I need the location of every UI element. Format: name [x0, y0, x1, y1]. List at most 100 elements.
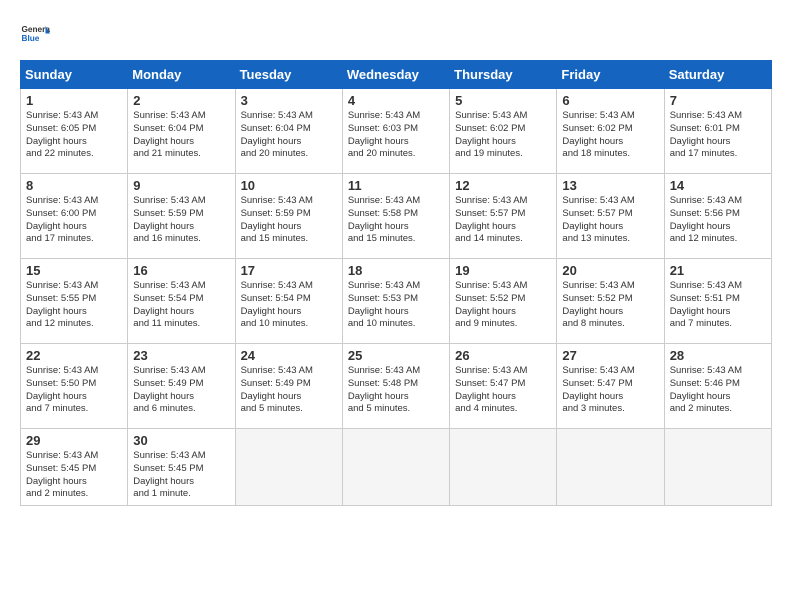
- calendar-cell: 11 Sunrise: 5:43 AM Sunset: 5:58 PM Dayl…: [342, 174, 449, 259]
- day-number: 23: [133, 348, 229, 363]
- day-number: 30: [133, 433, 229, 448]
- calendar-cell: [342, 429, 449, 506]
- calendar-cell: 21 Sunrise: 5:43 AM Sunset: 5:51 PM Dayl…: [664, 259, 771, 344]
- day-number: 29: [26, 433, 122, 448]
- logo-icon: General Blue: [20, 20, 50, 50]
- calendar-cell: [235, 429, 342, 506]
- calendar-week-row: 22 Sunrise: 5:43 AM Sunset: 5:50 PM Dayl…: [21, 344, 772, 429]
- calendar-cell: 15 Sunrise: 5:43 AM Sunset: 5:55 PM Dayl…: [21, 259, 128, 344]
- calendar-cell: 17 Sunrise: 5:43 AM Sunset: 5:54 PM Dayl…: [235, 259, 342, 344]
- day-info: Sunrise: 5:43 AM Sunset: 5:54 PM Dayligh…: [133, 280, 229, 331]
- day-info: Sunrise: 5:43 AM Sunset: 5:50 PM Dayligh…: [26, 365, 122, 416]
- page-header: General Blue: [20, 20, 772, 50]
- calendar-cell: 7 Sunrise: 5:43 AM Sunset: 6:01 PM Dayli…: [664, 89, 771, 174]
- calendar-cell: 2 Sunrise: 5:43 AM Sunset: 6:04 PM Dayli…: [128, 89, 235, 174]
- calendar-cell: 23 Sunrise: 5:43 AM Sunset: 5:49 PM Dayl…: [128, 344, 235, 429]
- day-number: 13: [562, 178, 658, 193]
- day-info: Sunrise: 5:43 AM Sunset: 5:49 PM Dayligh…: [133, 365, 229, 416]
- calendar-week-row: 15 Sunrise: 5:43 AM Sunset: 5:55 PM Dayl…: [21, 259, 772, 344]
- day-info: Sunrise: 5:43 AM Sunset: 6:00 PM Dayligh…: [26, 195, 122, 246]
- calendar-cell: [557, 429, 664, 506]
- day-number: 10: [241, 178, 337, 193]
- calendar-cell: 22 Sunrise: 5:43 AM Sunset: 5:50 PM Dayl…: [21, 344, 128, 429]
- day-info: Sunrise: 5:43 AM Sunset: 5:57 PM Dayligh…: [562, 195, 658, 246]
- day-info: Sunrise: 5:43 AM Sunset: 5:55 PM Dayligh…: [26, 280, 122, 331]
- calendar-cell: 3 Sunrise: 5:43 AM Sunset: 6:04 PM Dayli…: [235, 89, 342, 174]
- day-info: Sunrise: 5:43 AM Sunset: 5:48 PM Dayligh…: [348, 365, 444, 416]
- day-number: 1: [26, 93, 122, 108]
- day-info: Sunrise: 5:43 AM Sunset: 5:52 PM Dayligh…: [562, 280, 658, 331]
- day-number: 17: [241, 263, 337, 278]
- day-number: 26: [455, 348, 551, 363]
- day-info: Sunrise: 5:43 AM Sunset: 6:02 PM Dayligh…: [562, 110, 658, 161]
- day-info: Sunrise: 5:43 AM Sunset: 5:57 PM Dayligh…: [455, 195, 551, 246]
- day-number: 21: [670, 263, 766, 278]
- day-number: 9: [133, 178, 229, 193]
- calendar-week-row: 29 Sunrise: 5:43 AM Sunset: 5:45 PM Dayl…: [21, 429, 772, 506]
- calendar-cell: 30 Sunrise: 5:43 AM Sunset: 5:45 PM Dayl…: [128, 429, 235, 506]
- day-info: Sunrise: 5:43 AM Sunset: 6:04 PM Dayligh…: [133, 110, 229, 161]
- calendar-cell: 16 Sunrise: 5:43 AM Sunset: 5:54 PM Dayl…: [128, 259, 235, 344]
- day-number: 25: [348, 348, 444, 363]
- day-info: Sunrise: 5:43 AM Sunset: 5:45 PM Dayligh…: [133, 450, 229, 501]
- calendar-cell: 8 Sunrise: 5:43 AM Sunset: 6:00 PM Dayli…: [21, 174, 128, 259]
- day-number: 2: [133, 93, 229, 108]
- day-number: 6: [562, 93, 658, 108]
- day-info: Sunrise: 5:43 AM Sunset: 5:59 PM Dayligh…: [133, 195, 229, 246]
- day-number: 16: [133, 263, 229, 278]
- calendar-cell: 13 Sunrise: 5:43 AM Sunset: 5:57 PM Dayl…: [557, 174, 664, 259]
- day-info: Sunrise: 5:43 AM Sunset: 5:59 PM Dayligh…: [241, 195, 337, 246]
- day-number: 4: [348, 93, 444, 108]
- day-number: 15: [26, 263, 122, 278]
- calendar-cell: 5 Sunrise: 5:43 AM Sunset: 6:02 PM Dayli…: [450, 89, 557, 174]
- day-info: Sunrise: 5:43 AM Sunset: 5:54 PM Dayligh…: [241, 280, 337, 331]
- day-number: 11: [348, 178, 444, 193]
- day-info: Sunrise: 5:43 AM Sunset: 5:47 PM Dayligh…: [455, 365, 551, 416]
- day-number: 28: [670, 348, 766, 363]
- logo: General Blue: [20, 20, 50, 50]
- day-info: Sunrise: 5:43 AM Sunset: 5:53 PM Dayligh…: [348, 280, 444, 331]
- calendar-cell: 27 Sunrise: 5:43 AM Sunset: 5:47 PM Dayl…: [557, 344, 664, 429]
- calendar-cell: 12 Sunrise: 5:43 AM Sunset: 5:57 PM Dayl…: [450, 174, 557, 259]
- day-info: Sunrise: 5:43 AM Sunset: 5:56 PM Dayligh…: [670, 195, 766, 246]
- calendar-cell: 29 Sunrise: 5:43 AM Sunset: 5:45 PM Dayl…: [21, 429, 128, 506]
- calendar-cell: 4 Sunrise: 5:43 AM Sunset: 6:03 PM Dayli…: [342, 89, 449, 174]
- calendar-cell: 25 Sunrise: 5:43 AM Sunset: 5:48 PM Dayl…: [342, 344, 449, 429]
- col-header-sunday: Sunday: [21, 61, 128, 89]
- calendar-week-row: 8 Sunrise: 5:43 AM Sunset: 6:00 PM Dayli…: [21, 174, 772, 259]
- day-info: Sunrise: 5:43 AM Sunset: 5:47 PM Dayligh…: [562, 365, 658, 416]
- day-number: 7: [670, 93, 766, 108]
- calendar-table: SundayMondayTuesdayWednesdayThursdayFrid…: [20, 60, 772, 506]
- day-info: Sunrise: 5:43 AM Sunset: 5:46 PM Dayligh…: [670, 365, 766, 416]
- calendar-cell: [450, 429, 557, 506]
- day-number: 18: [348, 263, 444, 278]
- day-number: 14: [670, 178, 766, 193]
- calendar-cell: 14 Sunrise: 5:43 AM Sunset: 5:56 PM Dayl…: [664, 174, 771, 259]
- calendar-week-row: 1 Sunrise: 5:43 AM Sunset: 6:05 PM Dayli…: [21, 89, 772, 174]
- col-header-wednesday: Wednesday: [342, 61, 449, 89]
- day-number: 27: [562, 348, 658, 363]
- calendar-cell: 26 Sunrise: 5:43 AM Sunset: 5:47 PM Dayl…: [450, 344, 557, 429]
- day-number: 5: [455, 93, 551, 108]
- calendar-cell: [664, 429, 771, 506]
- day-info: Sunrise: 5:43 AM Sunset: 6:01 PM Dayligh…: [670, 110, 766, 161]
- day-info: Sunrise: 5:43 AM Sunset: 5:45 PM Dayligh…: [26, 450, 122, 501]
- col-header-friday: Friday: [557, 61, 664, 89]
- calendar-cell: 10 Sunrise: 5:43 AM Sunset: 5:59 PM Dayl…: [235, 174, 342, 259]
- calendar-cell: 19 Sunrise: 5:43 AM Sunset: 5:52 PM Dayl…: [450, 259, 557, 344]
- calendar-cell: 18 Sunrise: 5:43 AM Sunset: 5:53 PM Dayl…: [342, 259, 449, 344]
- day-number: 24: [241, 348, 337, 363]
- day-number: 12: [455, 178, 551, 193]
- col-header-thursday: Thursday: [450, 61, 557, 89]
- day-info: Sunrise: 5:43 AM Sunset: 5:51 PM Dayligh…: [670, 280, 766, 331]
- svg-text:Blue: Blue: [22, 34, 40, 43]
- day-info: Sunrise: 5:43 AM Sunset: 6:02 PM Dayligh…: [455, 110, 551, 161]
- col-header-saturday: Saturday: [664, 61, 771, 89]
- day-info: Sunrise: 5:43 AM Sunset: 6:03 PM Dayligh…: [348, 110, 444, 161]
- day-number: 20: [562, 263, 658, 278]
- day-info: Sunrise: 5:43 AM Sunset: 6:04 PM Dayligh…: [241, 110, 337, 161]
- day-number: 3: [241, 93, 337, 108]
- col-header-tuesday: Tuesday: [235, 61, 342, 89]
- day-info: Sunrise: 5:43 AM Sunset: 5:52 PM Dayligh…: [455, 280, 551, 331]
- day-info: Sunrise: 5:43 AM Sunset: 5:58 PM Dayligh…: [348, 195, 444, 246]
